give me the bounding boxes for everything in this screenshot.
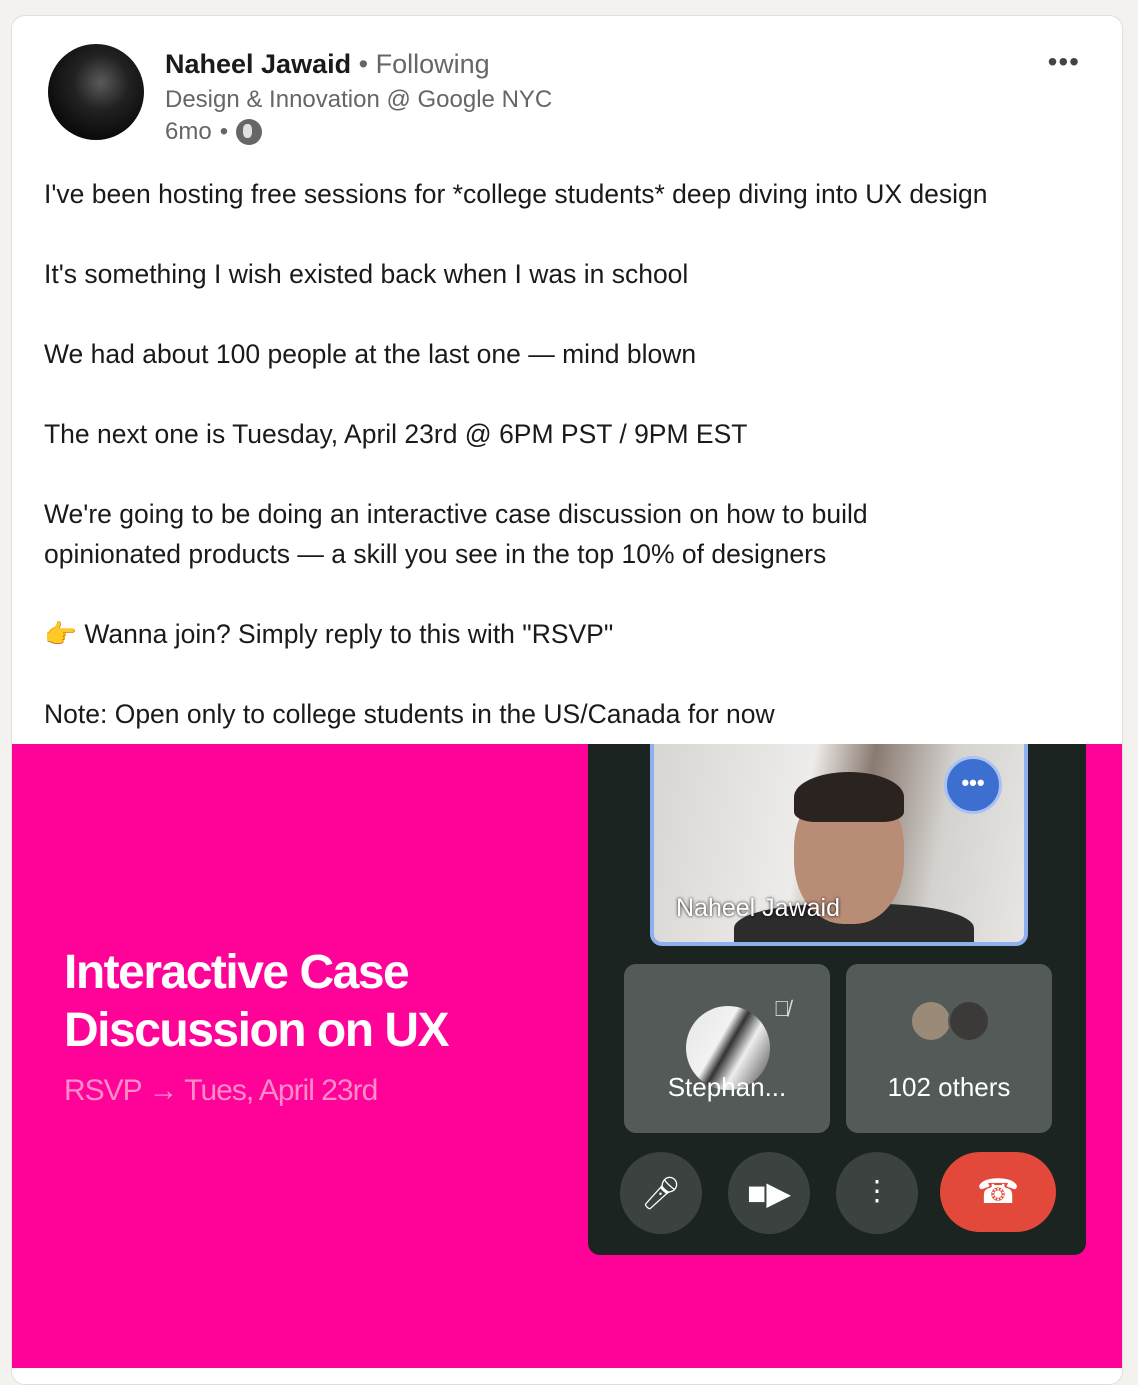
more-vertical-icon: ⋮ bbox=[836, 1152, 918, 1234]
more-icon: ••• bbox=[944, 756, 1002, 814]
post-card: Naheel Jawaid • Following Design & Innov… bbox=[11, 15, 1123, 1385]
author-headline: Design & Innovation @ Google NYC bbox=[165, 86, 553, 113]
participant-avatar bbox=[910, 1000, 952, 1042]
author-name[interactable]: Naheel Jawaid bbox=[165, 49, 351, 79]
image-title: Interactive Case Discussion on UX bbox=[64, 944, 450, 1060]
post-paragraph: We're going to be doing an interactive c… bbox=[44, 499, 868, 569]
participant-avatar bbox=[948, 1000, 990, 1042]
others-tile: 102 others bbox=[846, 964, 1052, 1133]
following-status: Following bbox=[375, 49, 490, 79]
post-paragraph: 👉 Wanna join? Simply reply to this with … bbox=[44, 619, 614, 649]
image-title-line: Interactive Case bbox=[64, 946, 410, 999]
video-call-mockup: Naheel Jawaid ••• 🎙̸ Stephan... 102 othe… bbox=[588, 744, 1086, 1255]
participant-hair bbox=[794, 772, 904, 822]
post-meta: 6mo • bbox=[165, 118, 263, 146]
more-options-icon[interactable]: ••• bbox=[1048, 46, 1080, 78]
author-avatar[interactable] bbox=[48, 44, 144, 140]
main-participant-name: Naheel Jawaid bbox=[676, 894, 840, 922]
post-paragraph: The next one is Tuesday, April 23rd @ 6P… bbox=[44, 419, 748, 449]
post-paragraph: Note: Open only to college students in t… bbox=[44, 699, 775, 729]
others-count: 102 others bbox=[887, 1072, 1011, 1102]
post-paragraph: I've been hosting free sessions for *col… bbox=[44, 179, 988, 209]
end-call-icon: ☎ bbox=[940, 1152, 1056, 1232]
mic-off-icon: 🎙̸ bbox=[773, 996, 791, 1021]
participant-tile: 🎙̸ Stephan... bbox=[624, 964, 830, 1133]
post-image[interactable]: Interactive Case Discussion on UX RSVP →… bbox=[12, 744, 1122, 1368]
participant-name: Stephan... bbox=[667, 1072, 787, 1102]
main-video-tile: Naheel Jawaid ••• bbox=[650, 744, 1028, 946]
globe-icon bbox=[236, 119, 263, 145]
post-paragraph: We had about 100 people at the last one … bbox=[44, 339, 697, 369]
post-paragraph: It's something I wish existed back when … bbox=[44, 259, 689, 289]
image-title-line: Discussion on UX bbox=[64, 1004, 450, 1057]
mic-icon: 🎤︎ bbox=[620, 1152, 702, 1234]
camera-icon: ■▶ bbox=[728, 1152, 810, 1234]
post-age: 6mo bbox=[165, 118, 212, 145]
post-text: I've been hosting free sessions for *col… bbox=[44, 174, 1114, 774]
image-rsvp: RSVP → Tues, April 23rd bbox=[64, 1074, 378, 1107]
author-line: Naheel Jawaid • Following bbox=[165, 49, 490, 79]
